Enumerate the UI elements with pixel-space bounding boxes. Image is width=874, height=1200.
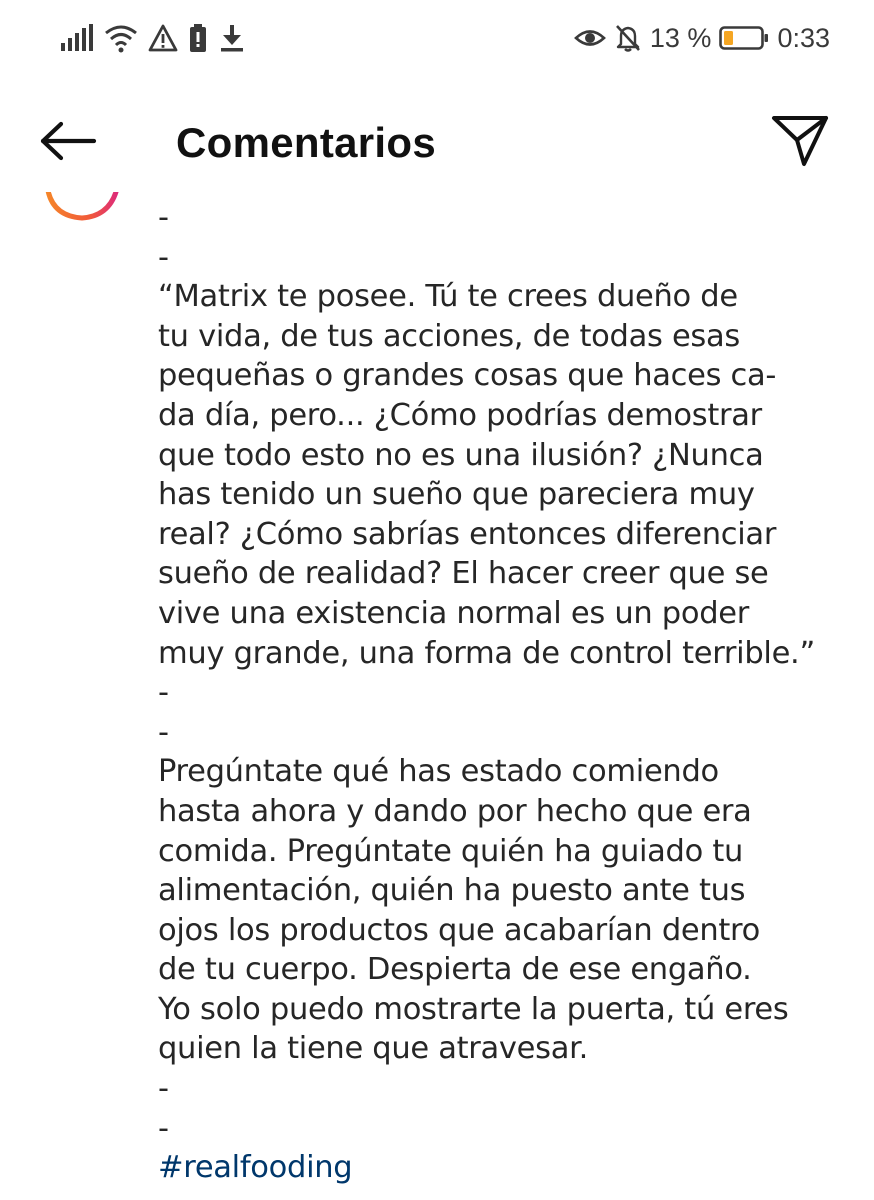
comment-line: - [158,239,169,275]
comment-line: - [158,714,169,750]
status-bar-right: 13 % 0:33 [573,18,830,58]
eye-icon [573,25,606,51]
comment-line: has tenido un sueño que pareciera muy [158,477,755,513]
comment-line: vive una existencia normal es un poder [158,595,749,631]
battery-percent: 13 % [649,22,712,53]
comment-line: - [158,1071,169,1107]
arrow-left-icon [39,121,97,166]
comment-line: “Matrix te posee. Tú te crees dueño de [158,279,738,315]
wifi-icon [104,23,138,53]
hashtag-link[interactable]: #realfooding [158,1148,838,1188]
comment-line: comida. Pregúntate quién ha guiado tu [158,833,744,869]
comment-line: muy grande, una forma de control terribl… [158,635,815,671]
comment-line: que todo esto no es una ilusión? ¿Nunca [158,437,764,473]
comment-line: real? ¿Cómo sabrías entonces diferenciar [158,516,777,552]
comment-line: sueño de realidad? El hacer creer que se [158,556,769,592]
battery-saver-icon [188,23,208,53]
comment-line: tu vida, de tus acciones, de todas esas [158,318,740,354]
share-button[interactable] [768,111,832,175]
comment-text: - - “Matrix te posee. Tú te crees dueño … [158,198,838,1188]
notifications-off-icon [614,23,642,53]
comment-line: quien la tiene que atravesar. [158,1031,588,1067]
download-icon [218,23,246,53]
comment-line: de tu cuerpo. Despierta de ese engaño. [158,952,752,988]
comment-line: Pregúntate qué has estado comiendo [158,754,719,790]
warning-icon [148,23,178,53]
avatar-ring-icon [45,192,119,221]
status-bar: 13 % 0:33 [0,0,874,78]
comment-line: ojos los productos que acabarían dentro [158,912,760,948]
comments-header: Comentarios [0,95,874,191]
status-bar-left [60,18,246,58]
send-icon [771,114,829,173]
comment-line: - [158,675,169,711]
comment-line: Yo solo puedo mostrarte la puerta, tú er… [158,991,789,1027]
avatar[interactable] [44,192,124,232]
back-button[interactable] [36,113,100,173]
clock-time: 0:33 [777,22,830,53]
comment-line: pequeñas o grandes cosas que haces ca- [158,358,777,394]
comment-line: da día, pero... ¿Cómo podrías demostrar [158,397,762,433]
comment-line: - [158,1110,169,1146]
comment-line: hasta ahora y dando por hecho que era [158,793,752,829]
comment-line: alimentación, quién ha puesto ante tus [158,873,746,909]
battery-icon [719,25,769,51]
signal-icon [60,23,94,53]
page-title: Comentarios [176,119,437,166]
comment-line: - [158,200,169,235]
